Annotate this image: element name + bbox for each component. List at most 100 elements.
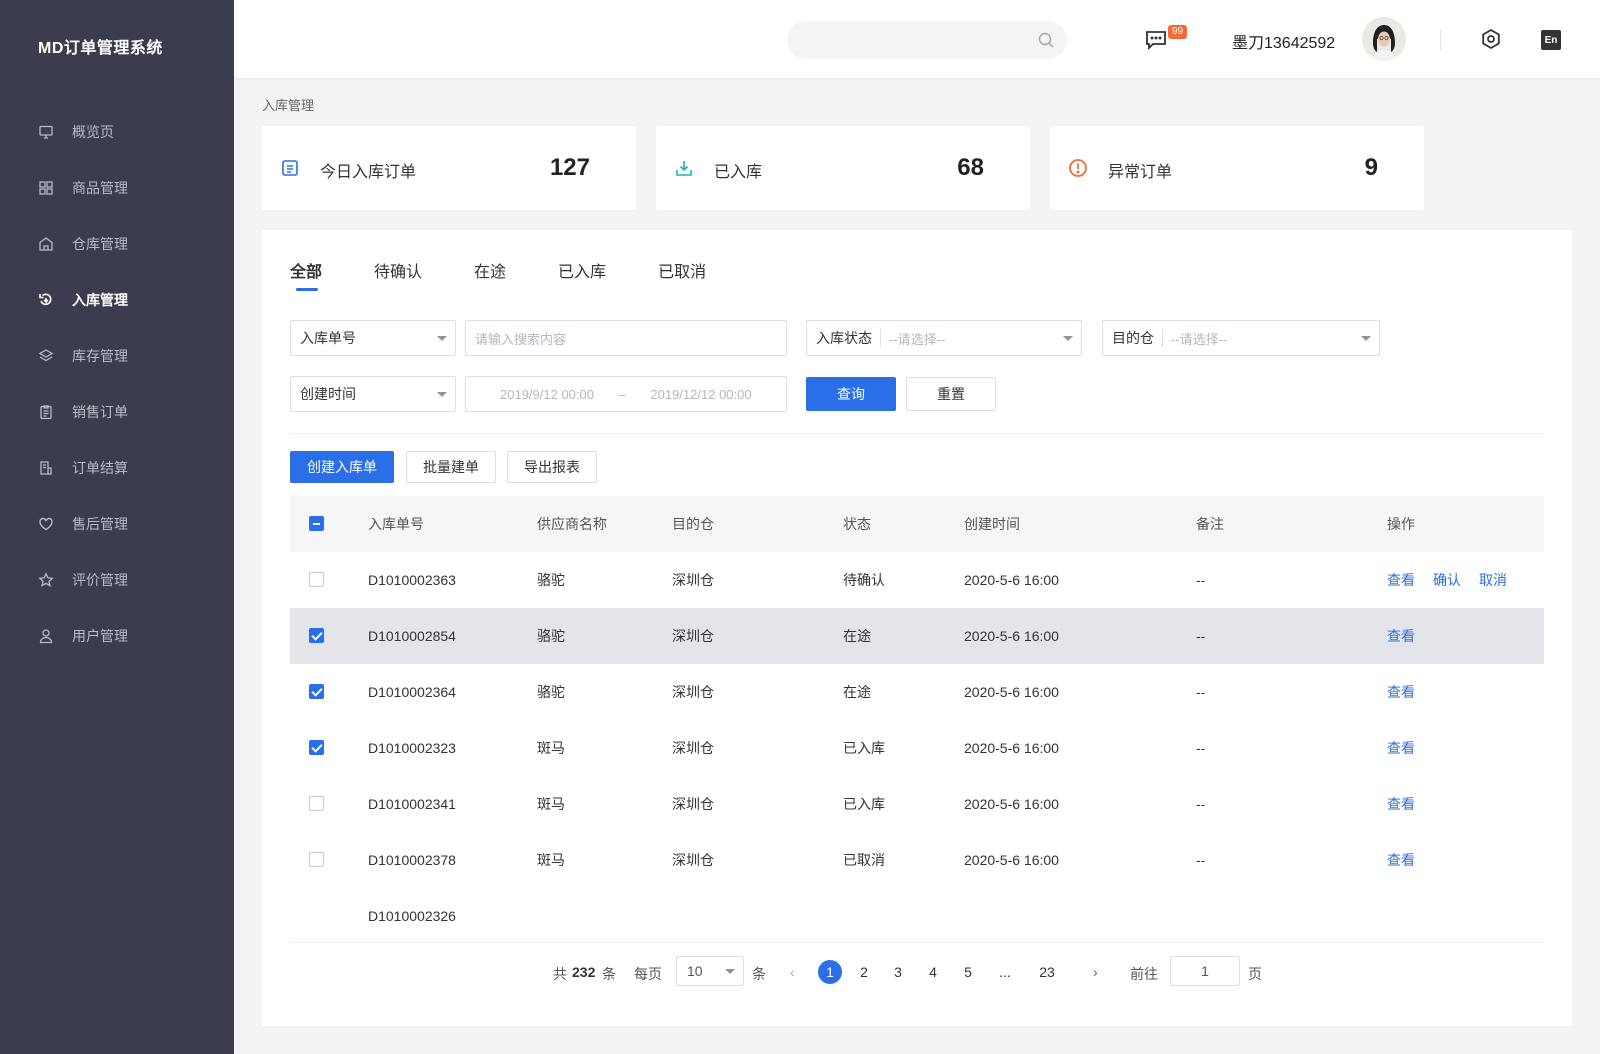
- settlement-icon: [38, 460, 54, 476]
- row-checkbox[interactable]: [309, 572, 324, 587]
- star-icon: [38, 572, 54, 588]
- query-button[interactable]: 查询: [806, 377, 896, 411]
- date-range-picker[interactable]: 2019/9/12 00:00 – 2019/12/12 00:00: [465, 376, 787, 412]
- page-3[interactable]: 3: [886, 960, 910, 984]
- sidebar-item-products[interactable]: 商品管理: [0, 160, 234, 216]
- view-link[interactable]: 查看: [1387, 852, 1415, 868]
- table-row[interactable]: D1010002323 斑马 深圳仓 已入库 2020-5-6 16:00 --…: [290, 720, 1544, 776]
- page-ellipsis[interactable]: ...: [993, 960, 1017, 984]
- page-4[interactable]: 4: [921, 960, 945, 984]
- tab-in-transit[interactable]: 在途: [474, 258, 506, 282]
- chevron-down-icon: [437, 336, 447, 341]
- search-icon[interactable]: [1037, 31, 1055, 49]
- stat-card-today-inbound: 今日入库订单 127: [262, 126, 636, 210]
- order-no-select[interactable]: 入库单号: [290, 320, 456, 356]
- gear-icon[interactable]: [1480, 28, 1502, 50]
- monitor-icon: [38, 124, 54, 140]
- page-1[interactable]: 1: [818, 960, 842, 984]
- cell-order-no: D1010002341: [368, 796, 456, 812]
- cell-created-time: 2020-5-6 16:00: [964, 684, 1059, 700]
- date-start[interactable]: 2019/9/12 00:00: [492, 387, 602, 402]
- reset-button[interactable]: 重置: [906, 377, 996, 411]
- page-2[interactable]: 2: [852, 960, 876, 984]
- next-page-icon[interactable]: ›: [1093, 964, 1098, 980]
- table-row[interactable]: D1010002326: [290, 888, 1544, 944]
- destination-warehouse-select[interactable]: 目的仓 --请选择--: [1102, 320, 1380, 356]
- prev-page-icon[interactable]: ‹: [790, 964, 795, 980]
- time-type-select[interactable]: 创建时间: [290, 376, 456, 412]
- stat-card-inbounded: 已入库 68: [656, 126, 1030, 210]
- sidebar-item-overview[interactable]: 概览页: [0, 104, 234, 160]
- inbound-status-select[interactable]: 入库状态 --请选择--: [806, 320, 1082, 356]
- sidebar-item-users[interactable]: 用户管理: [0, 608, 234, 664]
- sidebar-item-warehouse[interactable]: 仓库管理: [0, 216, 234, 272]
- confirm-link[interactable]: 确认: [1433, 572, 1461, 588]
- row-checkbox[interactable]: [309, 684, 324, 699]
- cell-supplier: 骆驼: [537, 684, 565, 700]
- app-logo-title: MD订单管理系统: [38, 40, 163, 57]
- cell-supplier: 骆驼: [537, 628, 565, 644]
- row-checkbox[interactable]: [309, 796, 324, 811]
- sidebar-item-label: 入库管理: [72, 292, 128, 308]
- tab-all[interactable]: 全部: [290, 258, 322, 291]
- username[interactable]: 墨刀13642592: [1232, 29, 1335, 53]
- goto-page-input[interactable]: 1: [1170, 956, 1240, 986]
- batch-create-button[interactable]: 批量建单: [406, 451, 496, 483]
- per-page-select[interactable]: 10: [676, 956, 744, 986]
- search-content-input[interactable]: 请输入搜索内容: [465, 320, 787, 356]
- select-placeholder: --请选择--: [1171, 331, 1228, 347]
- cell-order-no: D1010002854: [368, 628, 456, 644]
- user-icon: [38, 628, 54, 644]
- input-placeholder: 请输入搜索内容: [475, 331, 567, 347]
- cell-supplier: 斑马: [537, 796, 565, 812]
- cell-note: --: [1196, 740, 1206, 756]
- stat-label: 异常订单: [1108, 164, 1173, 181]
- view-link[interactable]: 查看: [1387, 572, 1415, 588]
- sidebar-item-settlement[interactable]: 订单结算: [0, 440, 234, 496]
- cell-order-no: D1010002364: [368, 684, 456, 700]
- tab-inbounded[interactable]: 已入库: [558, 258, 606, 282]
- table-row[interactable]: D1010002341 斑马 深圳仓 已入库 2020-5-6 16:00 --…: [290, 776, 1544, 832]
- sidebar-item-inbound[interactable]: 入库管理: [0, 272, 234, 328]
- select-placeholder: --请选择--: [889, 331, 946, 347]
- chevron-down-icon: [1063, 336, 1073, 341]
- view-link[interactable]: 查看: [1387, 628, 1415, 644]
- create-inbound-button[interactable]: 创建入库单: [290, 451, 394, 483]
- field-label: 入库状态: [816, 330, 872, 346]
- page-5[interactable]: 5: [956, 960, 980, 984]
- sidebar-item-inventory[interactable]: 库存管理: [0, 328, 234, 384]
- row-checkbox[interactable]: [309, 852, 324, 867]
- sidebar-item-reviews[interactable]: 评价管理: [0, 552, 234, 608]
- message-icon[interactable]: [1144, 28, 1168, 52]
- cancel-link[interactable]: 取消: [1479, 572, 1507, 588]
- search-input[interactable]: [787, 21, 1067, 59]
- sidebar-item-after-sales[interactable]: 售后管理: [0, 496, 234, 552]
- language-toggle[interactable]: En: [1541, 30, 1561, 50]
- pagination: 共 232 条 每页 10 条 ‹ 1 2 3 4 5 ... 23 › 前往 …: [262, 956, 1572, 992]
- view-link[interactable]: 查看: [1387, 796, 1415, 812]
- table-row[interactable]: D1010002364 骆驼 深圳仓 在途 2020-5-6 16:00 -- …: [290, 664, 1544, 720]
- tab-pending[interactable]: 待确认: [374, 258, 422, 282]
- cell-order-no: D1010002363: [368, 572, 456, 588]
- tab-cancelled[interactable]: 已取消: [658, 258, 706, 282]
- cell-warehouse: 深圳仓: [672, 572, 714, 588]
- page-last[interactable]: 23: [1030, 960, 1064, 984]
- view-link[interactable]: 查看: [1387, 684, 1415, 700]
- table-row[interactable]: D1010002378 斑马 深圳仓 已取消 2020-5-6 16:00 --…: [290, 832, 1544, 888]
- document-icon: [280, 158, 300, 178]
- avatar[interactable]: [1362, 17, 1406, 61]
- cell-created-time: 2020-5-6 16:00: [964, 628, 1059, 644]
- table-row[interactable]: D1010002854 骆驼 深圳仓 在途 2020-5-6 16:00 -- …: [290, 608, 1544, 664]
- select-all-checkbox[interactable]: [309, 516, 324, 531]
- date-end[interactable]: 2019/12/12 00:00: [642, 387, 760, 402]
- sidebar-item-label: 售后管理: [72, 516, 128, 532]
- chevron-down-icon: [437, 392, 447, 397]
- table-row[interactable]: D1010002363 骆驼 深圳仓 待确认 2020-5-6 16:00 --…: [290, 552, 1544, 608]
- message-badge: 99: [1168, 25, 1188, 39]
- alert-circle-icon: [1068, 158, 1088, 178]
- row-checkbox[interactable]: [309, 628, 324, 643]
- view-link[interactable]: 查看: [1387, 740, 1415, 756]
- export-report-button[interactable]: 导出报表: [507, 451, 597, 483]
- sidebar-item-sales-orders[interactable]: 销售订单: [0, 384, 234, 440]
- row-checkbox[interactable]: [309, 740, 324, 755]
